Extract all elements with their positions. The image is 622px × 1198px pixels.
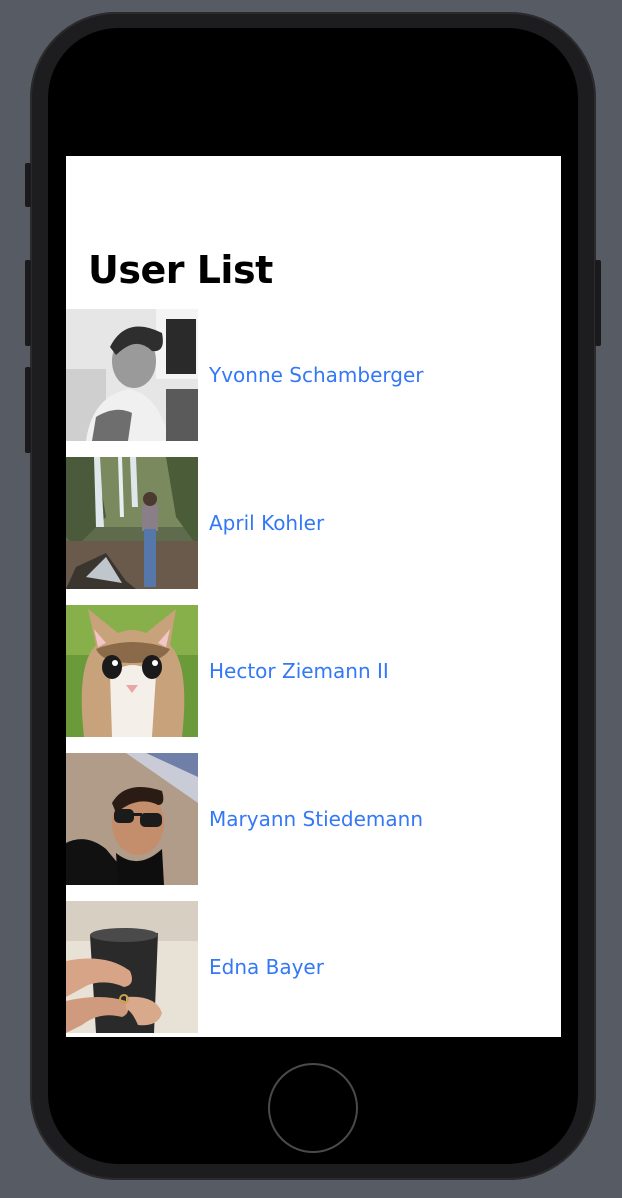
- user-name-link[interactable]: Hector Ziemann II: [209, 659, 389, 683]
- user-photo-cat-icon: [66, 605, 198, 737]
- page-title: User List: [88, 248, 273, 292]
- app-screen: User List Yvonne Schamberger April Kohle…: [66, 156, 561, 1037]
- user-photo-man-sunglasses-icon: [66, 753, 198, 885]
- avatar: [66, 457, 198, 589]
- user-list[interactable]: Yvonne Schamberger April Kohler Hector Z…: [66, 309, 561, 1037]
- user-name-link[interactable]: Maryann Stiedemann: [209, 807, 423, 831]
- user-photo-man-grayscale-icon: [66, 309, 198, 441]
- power-button: [595, 260, 601, 346]
- user-name-link[interactable]: Edna Bayer: [209, 955, 324, 979]
- user-photo-waterfall-icon: [66, 457, 198, 589]
- avatar: [66, 309, 198, 441]
- user-name-link[interactable]: April Kohler: [209, 511, 324, 535]
- silent-switch: [25, 163, 31, 207]
- list-item[interactable]: Edna Bayer: [66, 901, 561, 1033]
- avatar: [66, 901, 198, 1033]
- user-name-link[interactable]: Yvonne Schamberger: [209, 363, 424, 387]
- volume-up-button: [25, 260, 31, 346]
- volume-down-button: [25, 367, 31, 453]
- list-item[interactable]: Maryann Stiedemann: [66, 753, 561, 885]
- list-item[interactable]: Hector Ziemann II: [66, 605, 561, 737]
- avatar: [66, 605, 198, 737]
- list-item[interactable]: April Kohler: [66, 457, 561, 589]
- avatar: [66, 753, 198, 885]
- user-photo-hands-cup-icon: [66, 901, 198, 1033]
- list-item[interactable]: Yvonne Schamberger: [66, 309, 561, 441]
- home-button[interactable]: [268, 1063, 358, 1153]
